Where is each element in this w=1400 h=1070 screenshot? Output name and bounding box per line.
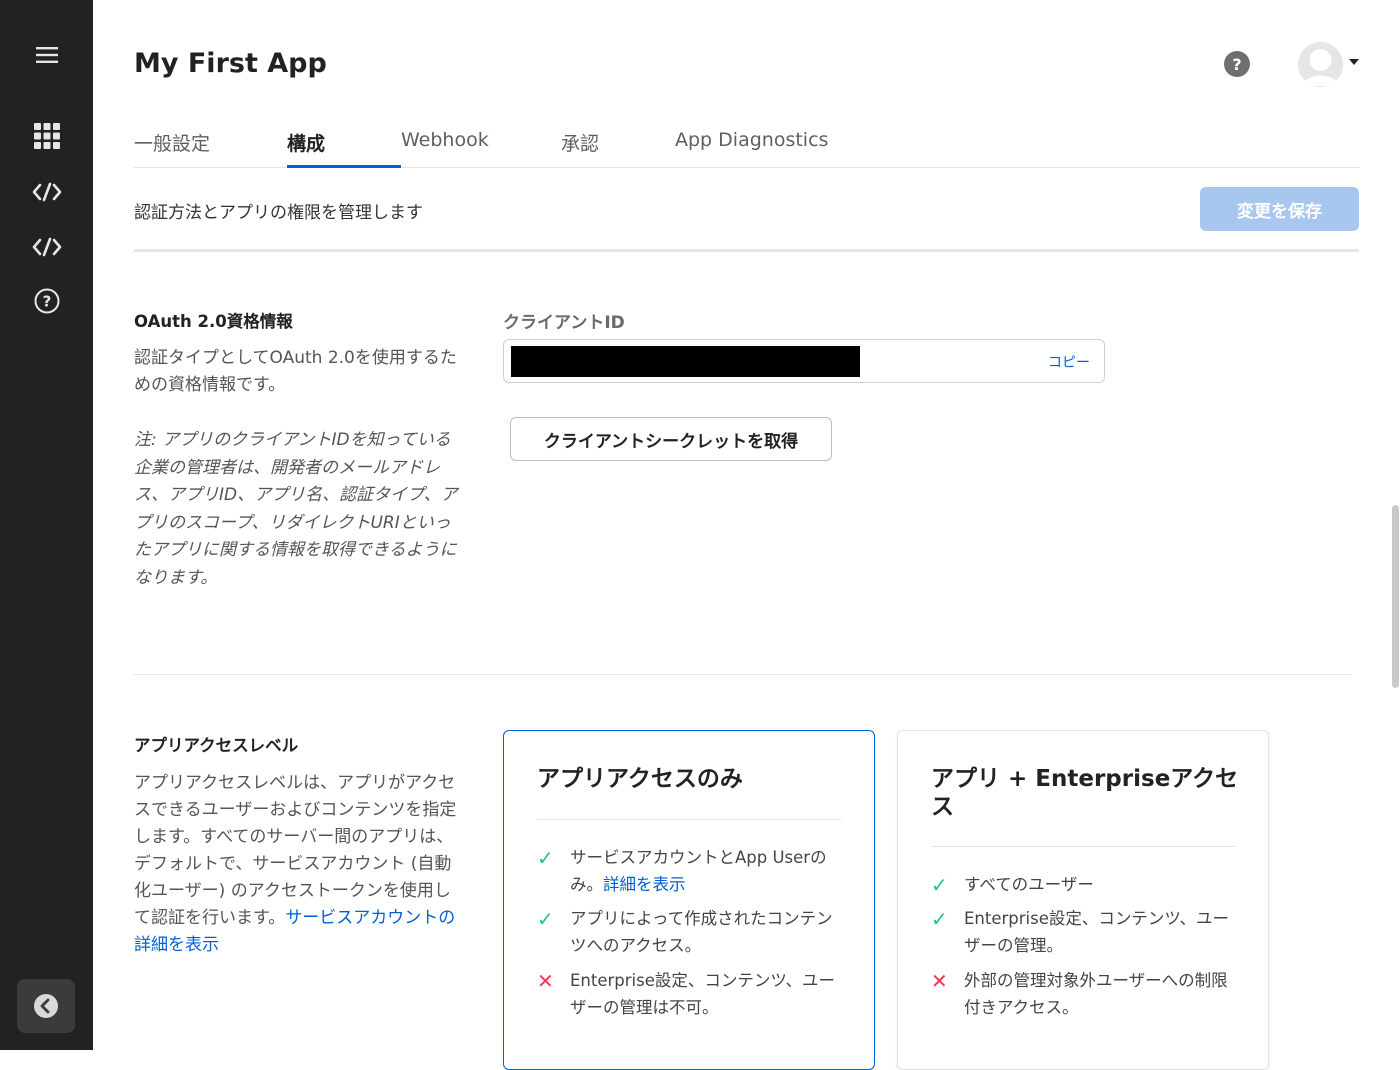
divider	[537, 819, 841, 820]
help-icon[interactable]: ?	[1224, 51, 1250, 77]
cross-icon: ✕	[537, 969, 554, 993]
tab-webhook[interactable]: Webhook	[401, 120, 489, 168]
avatar[interactable]	[1298, 42, 1343, 87]
page-title: My First App	[134, 48, 327, 79]
oauth-section-description: 認証タイプとしてOAuth 2.0を使用するための資格情報です。	[134, 348, 457, 395]
check-icon: ✓	[931, 907, 948, 931]
tab-configuration[interactable]: 構成	[287, 120, 401, 168]
fetch-client-secret-button[interactable]: クライアントシークレットを取得	[510, 417, 832, 461]
code-icon[interactable]	[22, 170, 72, 214]
sidebar: ?	[0, 0, 93, 1050]
tab-bar: 一般設定 構成 Webhook 承認 App Diagnostics	[134, 120, 1359, 168]
client-id-label: クライアントID	[503, 313, 625, 333]
tab-app-diagnostics[interactable]: App Diagnostics	[675, 120, 828, 168]
help-circle-icon[interactable]: ?	[22, 279, 72, 323]
feature-item: ✓ アプリによって作成されたコンテンツへのアクセス。	[537, 907, 833, 955]
oauth-section-title: OAuth 2.0資格情報	[134, 312, 293, 331]
tab-general[interactable]: 一般設定	[134, 120, 210, 168]
access-section-title: アプリアクセスレベル	[134, 736, 299, 755]
feature-item: ✓ すべてのユーザー	[931, 873, 1094, 897]
access-section-description: アプリアクセスレベルは、アプリがアクセスできるユーザーおよびコンテンツを指定しま…	[134, 773, 457, 955]
access-card-app-enterprise[interactable]: アプリ + Enterpriseアクセス ✓ すべてのユーザー ✓ Enterp…	[897, 730, 1269, 1070]
divider	[134, 249, 1359, 252]
feature-item: ✕ Enterprise設定、コンテンツ、ユーザーの管理は不可。	[537, 969, 836, 1017]
feature-item: ✕ 外部の管理対象外ユーザーへの制限付きアクセス。	[931, 969, 1228, 1017]
chevron-down-icon[interactable]	[1349, 59, 1359, 65]
check-icon: ✓	[537, 846, 554, 870]
card-title: アプリ + Enterpriseアクセス	[931, 766, 1239, 820]
client-id-field[interactable]: コピー	[503, 339, 1105, 383]
client-id-value-redacted	[511, 346, 860, 377]
section-subtitle: 認証方法とアプリの権限を管理します	[134, 203, 423, 223]
copy-button[interactable]: コピー	[1048, 352, 1090, 372]
main-content: My First App ? 一般設定 構成 Webhook 承認 App Di…	[93, 0, 1400, 1070]
tab-authorization[interactable]: 承認	[561, 120, 599, 168]
oauth-section-note: 注: アプリのクライアントIDを知っている企業の管理者は、開発者のメールアドレス…	[134, 430, 458, 588]
check-icon: ✓	[537, 907, 554, 931]
learn-more-link[interactable]: 詳細を表示	[603, 875, 686, 894]
divider	[931, 846, 1235, 847]
apps-grid-icon[interactable]	[22, 114, 72, 158]
divider	[134, 674, 1352, 675]
svg-text:?: ?	[43, 293, 52, 311]
save-changes-button[interactable]: 変更を保存	[1200, 187, 1359, 231]
chevron-left-icon	[34, 994, 58, 1018]
access-card-app-only[interactable]: アプリアクセスのみ ✓ サービスアカウントとApp Userのみ。詳細を表示 ✓…	[503, 730, 875, 1070]
feature-item: ✓ サービスアカウントとApp Userのみ。詳細を表示	[537, 846, 827, 894]
check-icon: ✓	[931, 873, 948, 897]
code-icon[interactable]	[22, 225, 72, 269]
card-title: アプリアクセスのみ	[537, 766, 743, 792]
scrollbar[interactable]	[1392, 505, 1399, 688]
collapse-sidebar-button[interactable]	[17, 979, 75, 1033]
feature-item: ✓ Enterprise設定、コンテンツ、ユーザーの管理。	[931, 907, 1230, 955]
cross-icon: ✕	[931, 969, 948, 993]
menu-icon[interactable]	[22, 33, 72, 77]
